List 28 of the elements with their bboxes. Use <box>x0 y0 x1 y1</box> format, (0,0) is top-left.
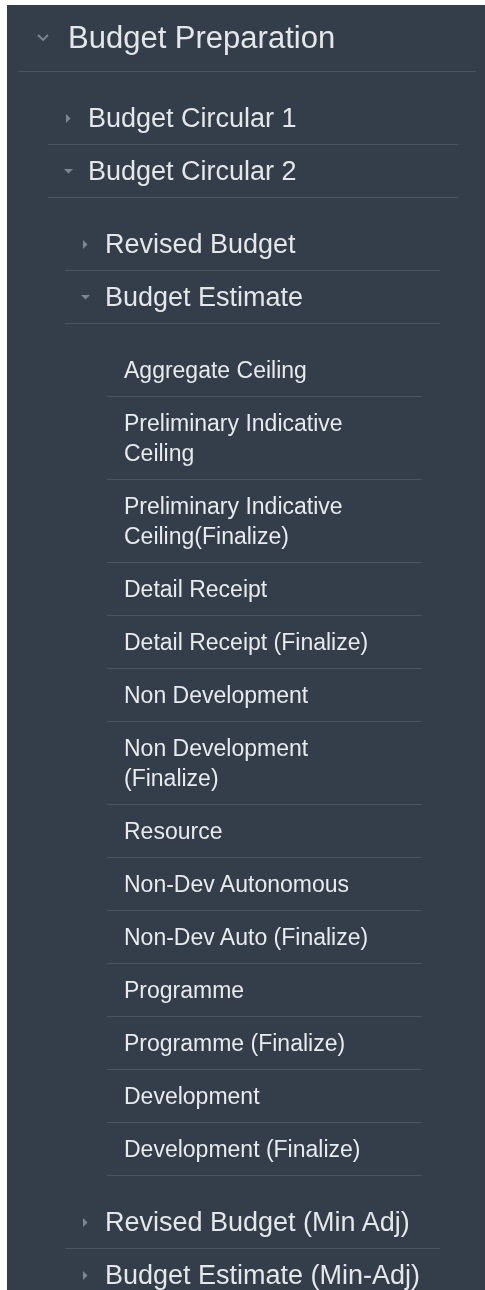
caret-icon[interactable] <box>80 1270 90 1280</box>
menu-item[interactable]: Non-Dev Auto (Finalize) <box>124 922 369 952</box>
menu-item[interactable]: Development (Finalize) <box>124 1134 361 1164</box>
menu-item[interactable]: Budget Estimate <box>105 276 304 318</box>
menu-item[interactable]: Revised Budget (Min Adj) <box>105 1201 410 1243</box>
caret-icon[interactable] <box>63 113 73 123</box>
menu-item[interactable]: Resource <box>124 816 223 846</box>
caret-icon[interactable] <box>80 1217 90 1227</box>
menu-item[interactable]: Detail Receipt <box>124 574 268 604</box>
caret-icon[interactable] <box>63 166 73 176</box>
menu-item[interactable]: Revised Budget <box>105 223 296 265</box>
menu-item[interactable]: Budget Circular 1 <box>88 97 297 139</box>
menu-item[interactable]: Non Development (Finalize) <box>124 733 392 793</box>
menu-item[interactable]: Development <box>124 1081 260 1111</box>
menu-item[interactable]: Detail Receipt (Finalize) <box>124 627 369 657</box>
caret-icon[interactable] <box>80 292 90 302</box>
menu-item[interactable]: Programme <box>124 975 245 1005</box>
menu-item[interactable]: Budget Estimate (Min-Adj) <box>105 1254 421 1290</box>
menu-item[interactable]: Non-Dev Autonomous <box>124 869 349 899</box>
menu-item[interactable]: Non Development <box>124 680 309 710</box>
menu-item[interactable]: Preliminary Indicative Ceiling <box>124 408 392 468</box>
menu-item[interactable]: Budget Preparation <box>68 14 336 62</box>
menu-item[interactable]: Preliminary Indicative Ceiling(Finalize) <box>124 491 392 551</box>
menu-item[interactable]: Aggregate Ceiling <box>124 355 307 385</box>
menu-item[interactable]: Programme (Finalize) <box>124 1028 346 1058</box>
caret-icon[interactable] <box>80 239 90 249</box>
menu-item[interactable]: Budget Circular 2 <box>88 150 297 192</box>
caret-icon[interactable] <box>37 34 49 42</box>
